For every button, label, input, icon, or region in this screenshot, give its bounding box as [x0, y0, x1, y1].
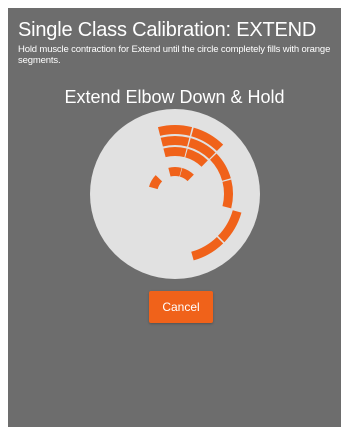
dial-segment — [160, 136, 190, 147]
cancel-button[interactable]: Cancel — [149, 291, 213, 323]
step-label: Extend Elbow Down & Hold — [64, 87, 285, 107]
dial-segment — [168, 167, 182, 177]
calibration-title: Single Class Calibration: EXTEND — [18, 19, 317, 41]
calibration-panel: Single Class Calibration: EXTEND Hold mu… — [8, 8, 341, 427]
dial-segment — [222, 179, 233, 209]
dial-segment — [163, 147, 187, 158]
progress-dial — [90, 109, 260, 279]
calibration-instructions: Hold muscle contraction for Extend until… — [18, 44, 331, 66]
dial-background — [90, 109, 260, 279]
